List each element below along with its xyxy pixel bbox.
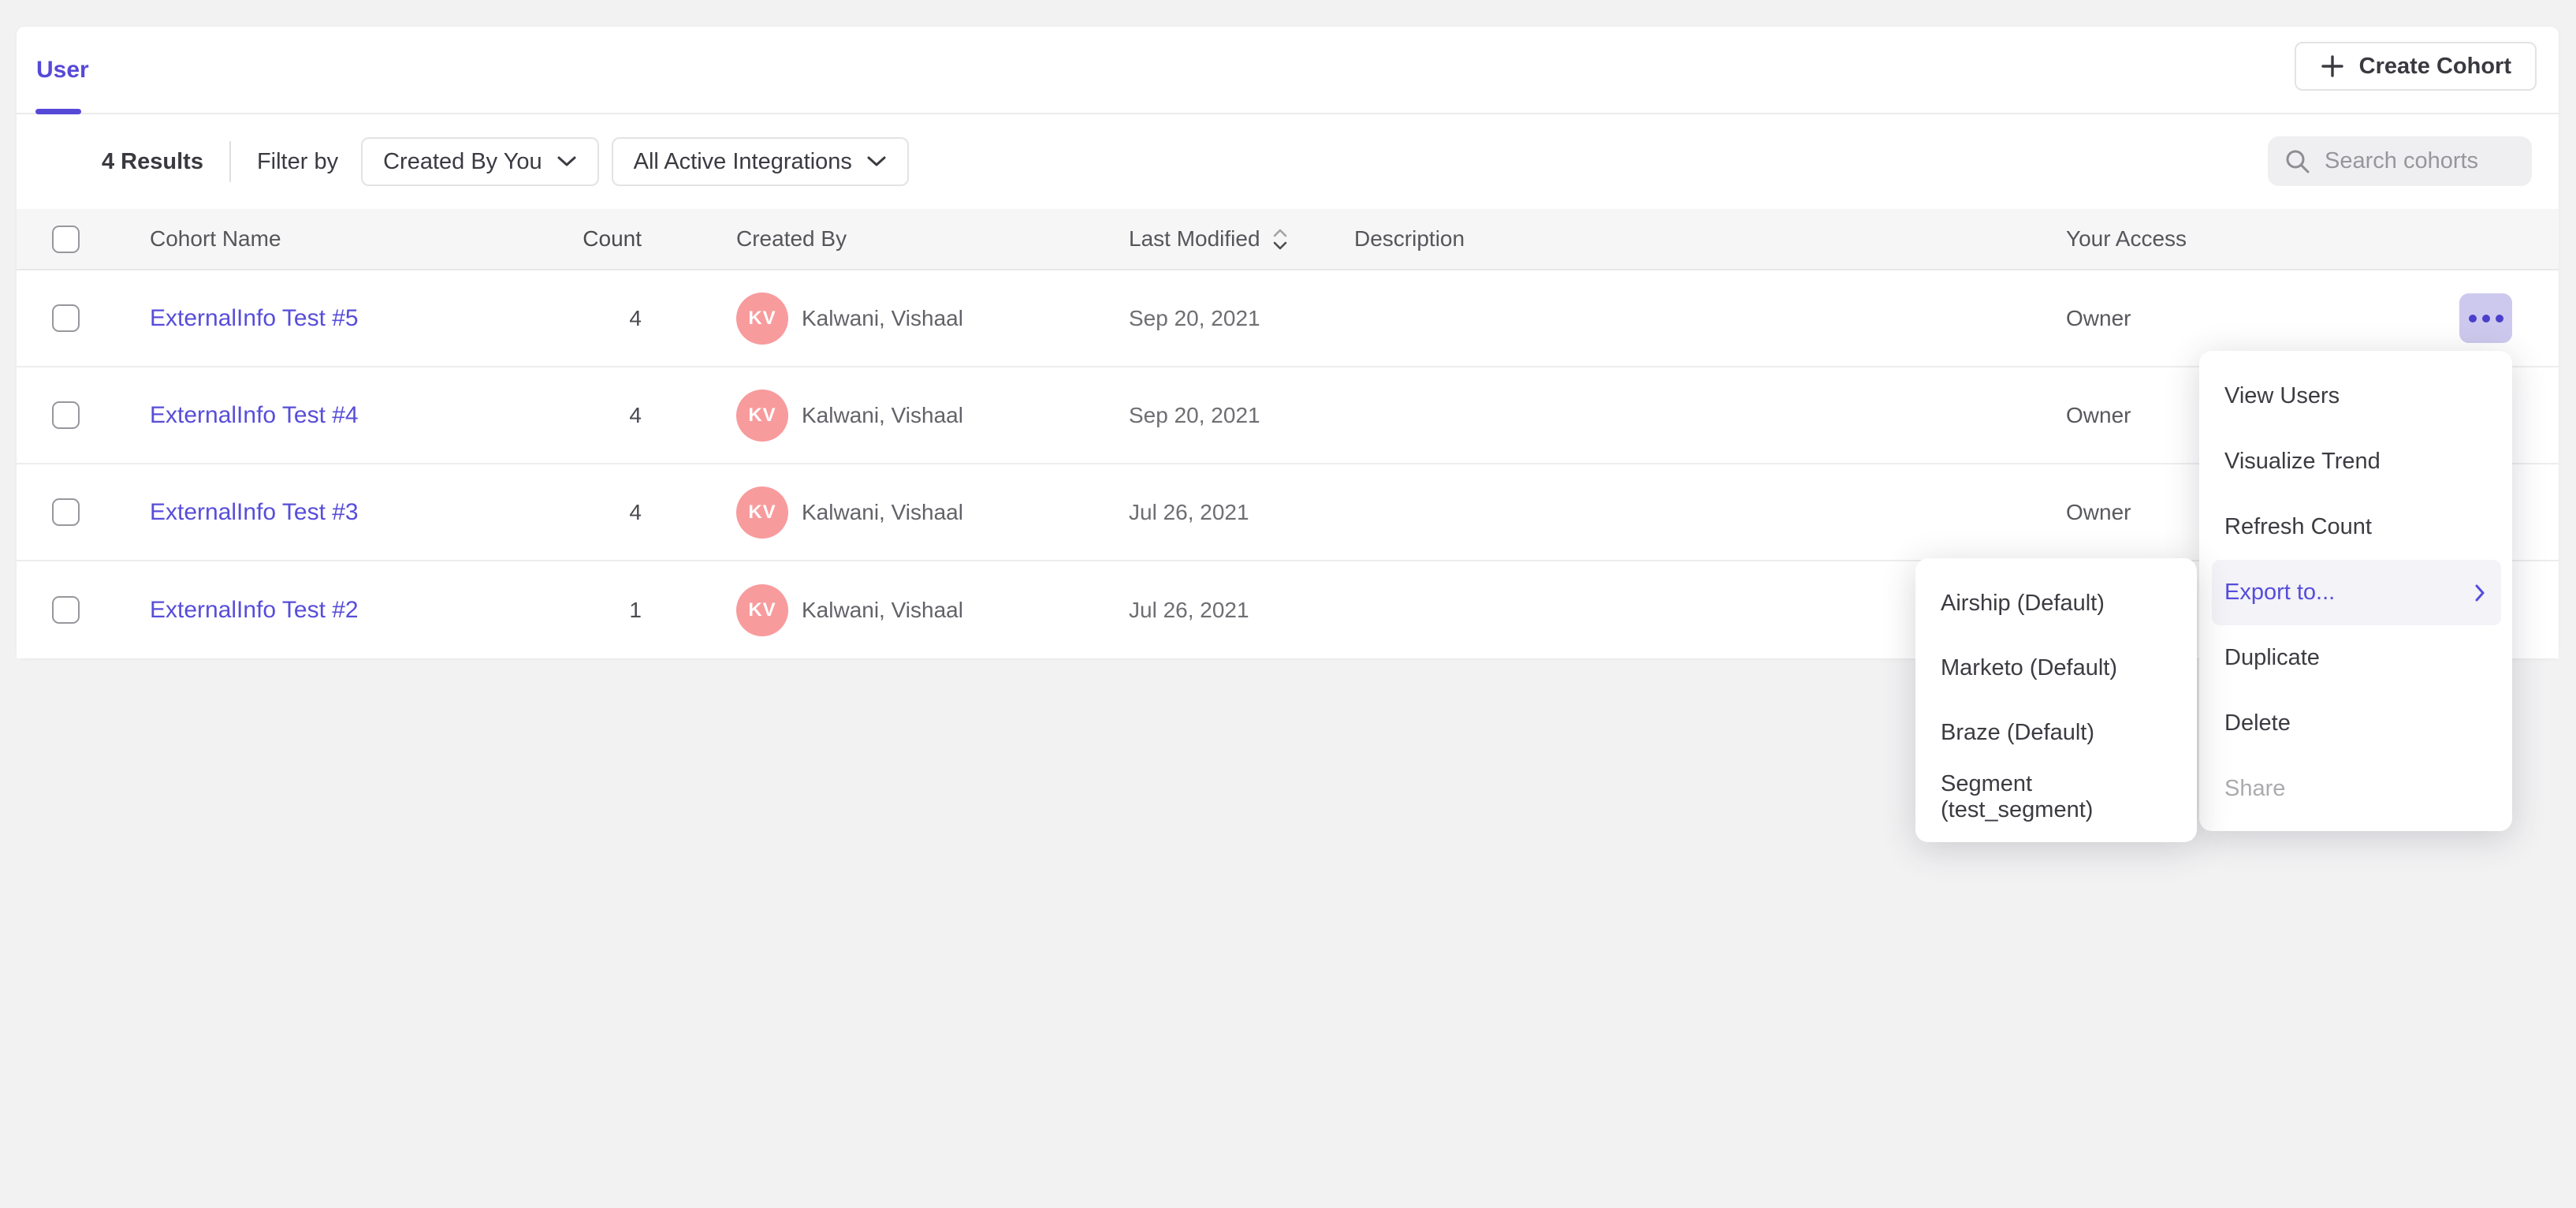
- avatar: KV: [736, 293, 788, 345]
- created-by-name: Kalwani, Vishaal: [802, 598, 963, 623]
- last-modified-date: Jul 26, 2021: [1129, 598, 1354, 623]
- integrations-dropdown[interactable]: All Active Integrations: [612, 137, 909, 186]
- export-submenu: Airship (Default) Marketo (Default) Braz…: [1915, 558, 2197, 842]
- last-modified-date: Sep 20, 2021: [1129, 306, 1354, 331]
- submenu-item-marketo[interactable]: Marketo (Default): [1915, 636, 2197, 700]
- table-row: ExternalInfo Test #5 4 KV Kalwani, Visha…: [17, 270, 2559, 367]
- tab-user[interactable]: User: [36, 57, 89, 84]
- menu-item-refresh-count[interactable]: Refresh Count: [2199, 494, 2512, 560]
- menu-item-share: Share: [2199, 756, 2512, 822]
- created-by-dropdown[interactable]: Created By You: [361, 137, 599, 186]
- cohort-count: 4: [525, 403, 642, 428]
- menu-item-export-to-label: Export to...: [2224, 580, 2335, 606]
- avatar: KV: [736, 487, 788, 539]
- created-by-name: Kalwani, Vishaal: [802, 306, 963, 331]
- cohort-count: 4: [525, 500, 642, 525]
- col-cohort-name[interactable]: Cohort Name: [131, 226, 525, 252]
- col-created-by[interactable]: Created By: [642, 226, 1129, 252]
- last-modified-date: Jul 26, 2021: [1129, 500, 1354, 525]
- row-checkbox[interactable]: [52, 304, 80, 332]
- table-row: ExternalInfo Test #4 4 KV Kalwani, Visha…: [17, 367, 2559, 464]
- last-modified-date: Sep 20, 2021: [1129, 403, 1354, 428]
- avatar: KV: [736, 390, 788, 442]
- menu-item-delete[interactable]: Delete: [2199, 691, 2512, 756]
- tab-bar: User Create Cohort: [17, 27, 2559, 114]
- create-cohort-label: Create Cohort: [2359, 54, 2511, 80]
- row-actions-menu: View Users Visualize Trend Refresh Count…: [2199, 351, 2512, 831]
- active-tab-indicator: [35, 109, 81, 114]
- results-count: 4 Results: [102, 149, 203, 175]
- integrations-dropdown-label: All Active Integrations: [634, 149, 852, 175]
- row-actions-button[interactable]: [2459, 293, 2512, 343]
- created-by-name: Kalwani, Vishaal: [802, 403, 963, 428]
- plus-icon: [2320, 54, 2345, 79]
- sort-caret-down-icon: [1271, 240, 1289, 251]
- search-icon: [2284, 147, 2312, 176]
- select-all-checkbox[interactable]: [52, 226, 80, 253]
- submenu-item-airship[interactable]: Airship (Default): [1915, 571, 2197, 636]
- created-by-dropdown-label: Created By You: [383, 149, 542, 175]
- header-checkbox-cell: [17, 226, 131, 253]
- chevron-right-icon: [2474, 583, 2485, 602]
- avatar: KV: [736, 584, 788, 636]
- chevron-down-icon: [866, 155, 887, 168]
- access-cell: Owner: [2066, 306, 2444, 331]
- cohort-count: 4: [525, 306, 642, 331]
- menu-item-export-to[interactable]: Export to...: [2212, 560, 2501, 625]
- table-row: ExternalInfo Test #3 4 KV Kalwani, Visha…: [17, 464, 2559, 561]
- cohort-name-link[interactable]: ExternalInfo Test #2: [150, 597, 359, 623]
- submenu-item-braze[interactable]: Braze (Default): [1915, 700, 2197, 765]
- col-last-modified[interactable]: Last Modified: [1129, 226, 1354, 252]
- search-box[interactable]: [2268, 136, 2532, 186]
- menu-item-view-users[interactable]: View Users: [2199, 364, 2512, 429]
- row-checkbox[interactable]: [52, 498, 80, 526]
- search-input[interactable]: [2325, 148, 2522, 174]
- cohort-name-link[interactable]: ExternalInfo Test #3: [150, 499, 359, 525]
- col-your-access[interactable]: Your Access: [2066, 226, 2444, 252]
- cohort-name-link[interactable]: ExternalInfo Test #4: [150, 402, 359, 428]
- create-cohort-button[interactable]: Create Cohort: [2295, 42, 2537, 91]
- created-by-name: Kalwani, Vishaal: [802, 500, 963, 525]
- col-last-modified-label: Last Modified: [1129, 226, 1260, 252]
- menu-item-visualize-trend[interactable]: Visualize Trend: [2199, 429, 2512, 494]
- sort-icon[interactable]: [1271, 228, 1289, 251]
- divider: [229, 141, 231, 182]
- cohort-name-link[interactable]: ExternalInfo Test #5: [150, 305, 359, 331]
- col-count[interactable]: Count: [525, 226, 642, 252]
- row-checkbox[interactable]: [52, 401, 80, 429]
- table-header: Cohort Name Count Created By Last Modifi…: [17, 209, 2559, 270]
- cohort-count: 1: [525, 598, 642, 623]
- chevron-down-icon: [557, 155, 577, 168]
- col-description[interactable]: Description: [1354, 226, 2066, 252]
- row-checkbox[interactable]: [52, 596, 80, 624]
- menu-item-duplicate[interactable]: Duplicate: [2199, 625, 2512, 691]
- filter-bar: 4 Results Filter by Created By You All A…: [17, 114, 2559, 209]
- submenu-item-segment[interactable]: Segment (test_segment): [1915, 765, 2197, 830]
- filter-by-label: Filter by: [257, 149, 338, 175]
- sort-caret-up-icon: [1271, 228, 1289, 238]
